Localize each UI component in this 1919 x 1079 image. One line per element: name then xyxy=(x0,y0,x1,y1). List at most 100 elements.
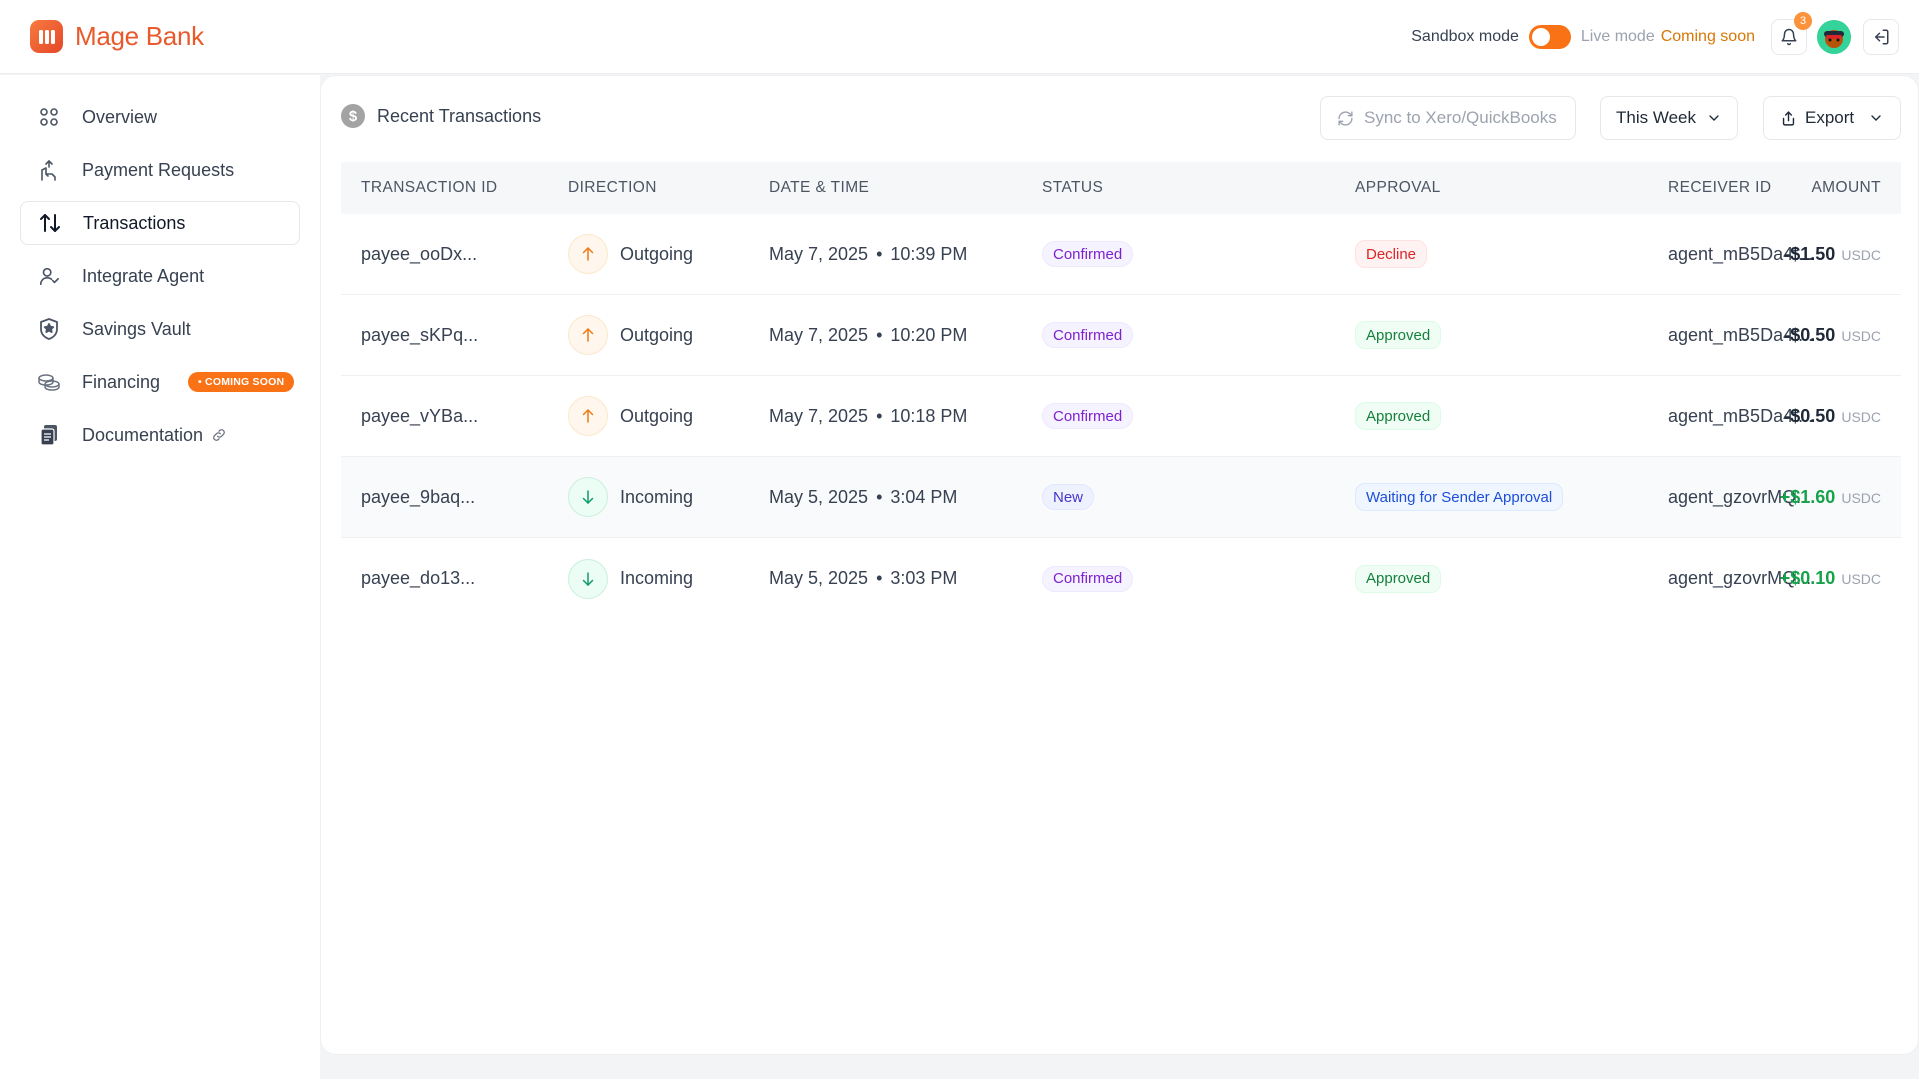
arrow-down-icon xyxy=(568,558,608,599)
notifications-button[interactable]: 3 xyxy=(1771,12,1812,55)
table-row[interactable]: payee_vYBa... Outgoing May 7, 2025 • 10:18… xyxy=(341,376,1901,457)
hand-coin-icon xyxy=(36,157,62,183)
column-header-receiver-id[interactable]: RECEIVER ID xyxy=(1668,179,1771,197)
amount-value: -$0.50 xyxy=(1784,324,1836,345)
column-header-direction[interactable]: DIRECTION xyxy=(568,179,657,197)
approval-badge: Approved xyxy=(1355,321,1442,349)
date-time: May 7, 2025 • 10:18 PM xyxy=(769,406,967,427)
amount-cell: +$1.60 USDC xyxy=(1780,487,1881,508)
sidebar: Overview Payment Requests Transactions I… xyxy=(0,75,320,1079)
status-cell: Confirmed xyxy=(1042,565,1134,592)
approval-cell: Approved xyxy=(1355,564,1442,593)
direction-label: Incoming xyxy=(620,568,694,588)
sync-accounting-button[interactable]: Sync to Xero/QuickBooks xyxy=(1320,96,1576,140)
transaction-id: payee_do13... xyxy=(361,568,476,588)
sidebar-item-documentation[interactable]: Documentation xyxy=(20,413,300,457)
status-badge: Confirmed xyxy=(1042,322,1134,348)
refresh-icon xyxy=(1338,110,1353,126)
arrow-up-icon xyxy=(568,315,608,355)
arrow-down-icon xyxy=(568,477,608,517)
date: May 7, 2025 xyxy=(769,405,869,426)
header-controls: Sandbox mode Live mode Coming soon 3 xyxy=(1411,12,1899,56)
time: 10:39 PM xyxy=(890,243,968,264)
user-avatar[interactable] xyxy=(1817,20,1851,54)
approval-cell: Waiting for Sender Approval xyxy=(1355,483,1564,511)
table-row[interactable]: payee_ooDx... Outgoing May 7, 2025 • 10:39… xyxy=(341,214,1901,295)
date-time: May 7, 2025 • 10:20 PM xyxy=(769,325,967,346)
sidebar-item-savings-vault[interactable]: Savings Vault xyxy=(20,307,300,351)
sidebar-item-integrate-agent[interactable]: Integrate Agent xyxy=(20,254,300,298)
sidebar-item-transactions[interactable]: Transactions xyxy=(20,201,300,245)
transaction-id: payee_9baq... xyxy=(361,486,476,507)
status-cell: New xyxy=(1042,484,1095,510)
time: 10:20 PM xyxy=(890,324,968,345)
status-badge: Confirmed xyxy=(1042,565,1134,592)
table-row[interactable]: payee_sKPq... Outgoing May 7, 2025 • 10:20… xyxy=(341,295,1901,376)
date-time: May 7, 2025 • 10:39 PM xyxy=(769,244,967,265)
approval-badge: Waiting for Sender Approval xyxy=(1355,483,1564,511)
approval-badge: Approved xyxy=(1355,564,1442,593)
app-logo[interactable]: Mage Bank xyxy=(30,20,204,53)
sidebar-item-financing[interactable]: Financing • COMING SOON xyxy=(20,360,300,404)
amount-unit: USDC xyxy=(1841,571,1881,587)
sidebar-item-label: Savings Vault xyxy=(82,318,191,339)
export-button-label: Export xyxy=(1805,108,1855,127)
direction-label: Outgoing xyxy=(620,405,694,426)
direction-label: Outgoing xyxy=(620,243,694,264)
sidebar-item-label: Financing xyxy=(82,371,161,392)
time: 3:04 PM xyxy=(890,486,958,507)
app-name: Mage Bank xyxy=(75,21,204,51)
column-header-transaction-id[interactable]: TRANSACTION ID xyxy=(361,179,498,197)
separator-dot: • xyxy=(876,243,883,264)
coins-icon xyxy=(36,369,62,395)
dollar-circle-icon: $ xyxy=(341,104,365,128)
time: 3:03 PM xyxy=(890,568,958,588)
sandbox-mode-toggle[interactable] xyxy=(1528,25,1571,49)
sidebar-item-overview[interactable]: Overview xyxy=(20,95,300,139)
date: May 7, 2025 xyxy=(769,324,869,345)
shield-star-icon xyxy=(36,316,62,342)
status-cell: Confirmed xyxy=(1042,322,1134,348)
mage-logo-icon xyxy=(30,20,63,53)
export-button[interactable]: Export xyxy=(1763,96,1901,140)
direction-cell: Outgoing xyxy=(568,315,693,355)
table-header: TRANSACTION ID DIRECTION DATE & TIME STA… xyxy=(341,162,1901,214)
amount-cell: -$0.50 USDC xyxy=(1784,325,1881,346)
table-row[interactable]: payee_do13... Incoming May 5, 2025 • 3:03 … xyxy=(341,538,1901,619)
approval-cell: Approved xyxy=(1355,402,1442,430)
sidebar-item-payment-requests[interactable]: Payment Requests xyxy=(20,148,300,192)
grid-icon xyxy=(36,104,62,130)
direction-label: Incoming xyxy=(620,486,694,507)
amount-unit: USDC xyxy=(1841,246,1881,263)
column-header-status[interactable]: STATUS xyxy=(1042,179,1103,197)
direction-cell: Incoming xyxy=(568,477,693,517)
separator-dot: • xyxy=(876,405,883,426)
table-row[interactable]: payee_9baq... Incoming May 5, 2025 • 3:04 … xyxy=(341,457,1901,538)
column-header-amount[interactable]: AMOUNT xyxy=(1811,179,1881,197)
status-badge: New xyxy=(1042,484,1095,510)
date-time: May 5, 2025 • 3:04 PM xyxy=(769,487,957,508)
sandbox-mode-label: Sandbox mode xyxy=(1411,28,1519,45)
sidebar-item-label: Transactions xyxy=(83,212,186,233)
live-mode-label: Live mode xyxy=(1580,28,1655,45)
status-badge: Confirmed xyxy=(1042,241,1134,267)
logout-button[interactable] xyxy=(1863,19,1899,55)
panel-header: $ Recent Transactions xyxy=(341,104,541,128)
period-select[interactable]: This Week xyxy=(1600,96,1738,140)
status-cell: Confirmed xyxy=(1042,403,1134,429)
date: May 5, 2025 xyxy=(769,486,869,507)
live-mode-coming-soon: Coming soon xyxy=(1660,28,1755,45)
sync-button-label: Sync to Xero/QuickBooks xyxy=(1364,108,1557,127)
arrow-up-icon xyxy=(568,396,608,436)
amount-value: -$0.50 xyxy=(1784,405,1836,426)
docs-icon xyxy=(36,422,62,448)
column-header-date-time[interactable]: DATE & TIME xyxy=(769,179,869,197)
approval-cell: Approved xyxy=(1355,321,1442,349)
column-header-approval[interactable]: APPROVAL xyxy=(1355,179,1441,197)
sidebar-item-label: Integrate Agent xyxy=(82,265,205,286)
coming-soon-badge: • COMING SOON xyxy=(188,372,295,392)
sidebar-item-label: Payment Requests xyxy=(82,159,235,180)
status-badge: Confirmed xyxy=(1042,403,1134,429)
amount-value: +$1.60 xyxy=(1779,486,1836,507)
approval-badge: Decline xyxy=(1355,240,1428,268)
